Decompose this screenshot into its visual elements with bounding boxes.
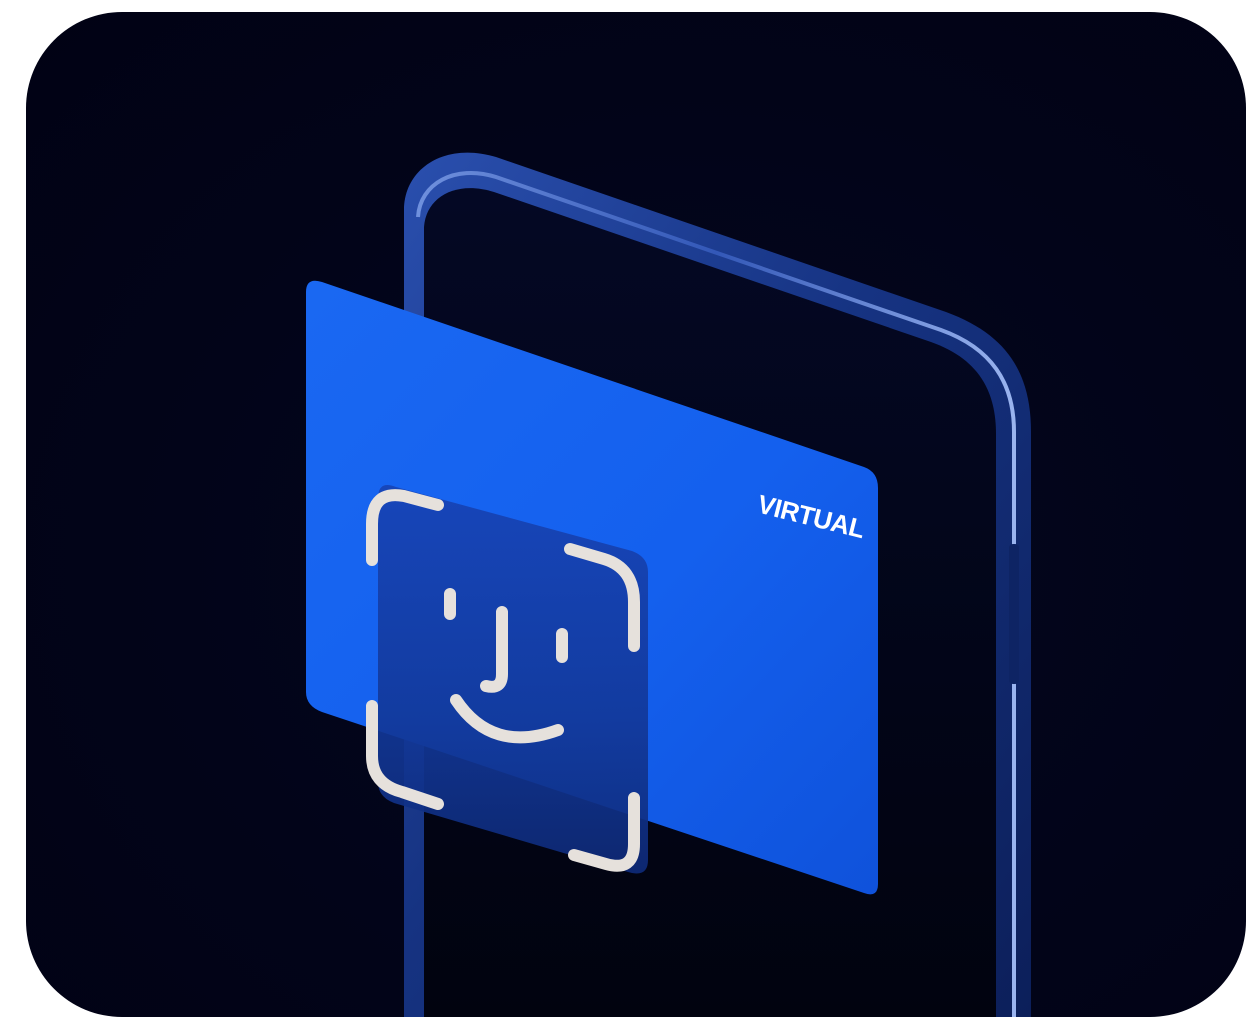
phone-side-button xyxy=(1009,544,1019,684)
illustration-scene: VIRTUAL xyxy=(26,12,1246,1017)
illustration-svg: VIRTUAL xyxy=(306,152,1031,1017)
